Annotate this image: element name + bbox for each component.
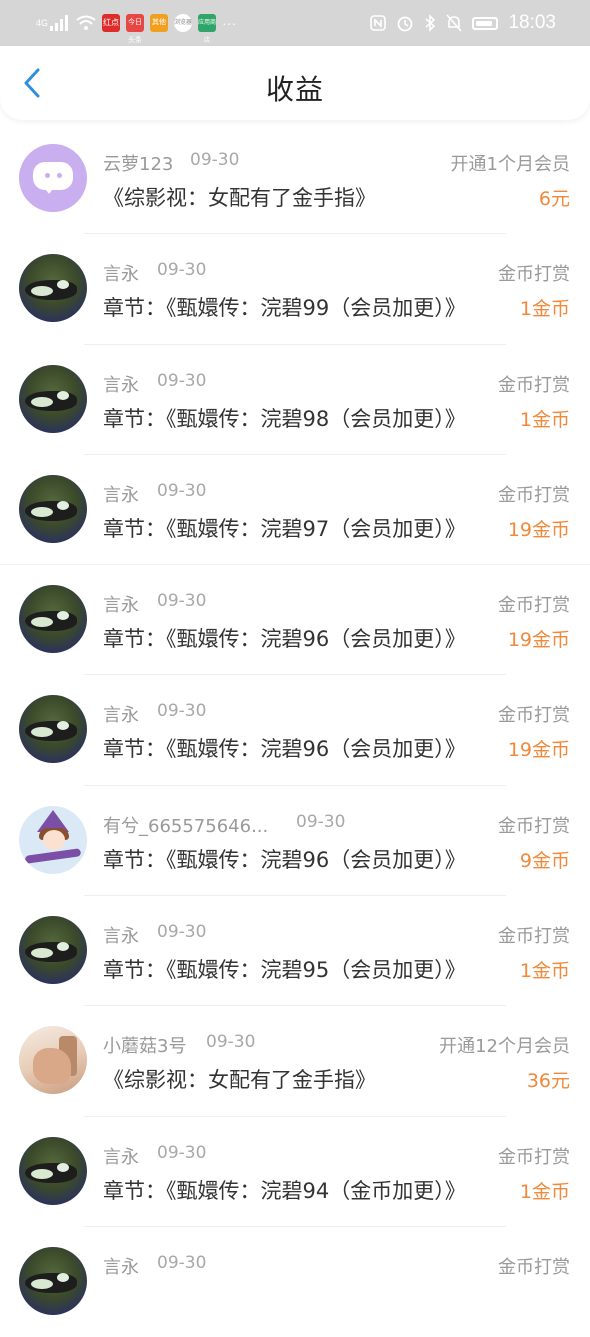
- header: 收益: [0, 46, 590, 120]
- user-name: 小蘑菇3号: [103, 1036, 187, 1058]
- earning-type: 金币打赏: [498, 264, 570, 286]
- user-name: 言永: [103, 374, 139, 396]
- earning-amount: 1金币: [519, 408, 570, 431]
- earning-content: 章节：《甄嬛传：浣碧97（会员加更）》: [103, 516, 466, 541]
- earning-type: 金币打赏: [498, 374, 570, 396]
- list-item[interactable]: 言永 09-30 金币打赏 章节：《甄嬛传：浣碧96（会员加更）》 19金币: [0, 675, 590, 787]
- earning-amount: 9金币: [519, 849, 570, 872]
- earning-type: 金币打赏: [498, 484, 570, 506]
- list-item[interactable]: 言永 09-30 金币打赏 章节：《甄嬛传：浣碧94（金币加更）》 1金币: [0, 1117, 590, 1228]
- list-item[interactable]: 言永 09-30 金币打赏 章节：《甄嬛传：浣碧98（会员加更）》 1金币: [0, 345, 590, 456]
- signal-icon: [50, 15, 69, 31]
- earning-amount: 36元: [526, 1070, 570, 1093]
- item-date: 09-30: [190, 150, 240, 170]
- earning-content: 《综影视：女配有了金手指》: [103, 186, 376, 210]
- user-name: 言永: [103, 1256, 139, 1278]
- app-icon-browser: 浏览器: [174, 14, 192, 32]
- app-icon-hongdian: 红点: [102, 14, 121, 32]
- earning-amount: 1金币: [519, 298, 570, 321]
- earning-amount: 1金币: [519, 960, 570, 983]
- earnings-list: 云萝123 09-30 开通1个月会员 《综影视：女配有了金手指》 6元 言永 …: [0, 124, 590, 1337]
- item-date: 09-30: [157, 1252, 207, 1273]
- item-date: 09-30: [157, 922, 207, 943]
- wifi-icon: [76, 15, 96, 30]
- avatar[interactable]: [19, 916, 87, 985]
- earning-amount: 19金币: [507, 518, 570, 541]
- earning-amount: 19金币: [507, 629, 570, 652]
- list-item[interactable]: 云萝123 09-30 开通1个月会员 《综影视：女配有了金手指》 6元: [0, 124, 590, 235]
- earning-type: 金币打赏: [498, 1256, 570, 1278]
- item-date: 09-30: [296, 811, 346, 832]
- avatar[interactable]: [19, 254, 87, 323]
- list-item[interactable]: 言永 09-30 金币打赏: [0, 1227, 590, 1337]
- avatar[interactable]: [19, 144, 87, 212]
- status-time: 18:03: [508, 12, 556, 33]
- item-date: 09-30: [157, 1142, 207, 1163]
- avatar[interactable]: [19, 364, 87, 433]
- earning-type: 金币打赏: [498, 926, 570, 948]
- item-date: 09-30: [157, 260, 207, 281]
- user-name: 云萝123: [103, 154, 174, 175]
- more-notifications-icon: ···: [222, 15, 237, 31]
- app-icon-toutiao: 今日头条: [126, 14, 145, 44]
- status-right: 18:03: [370, 11, 556, 35]
- earning-amount: 19金币: [507, 739, 570, 762]
- earning-type: 金币打赏: [498, 705, 570, 727]
- earning-content: 章节：《甄嬛传：浣碧96（会员加更）》: [103, 627, 466, 652]
- avatar[interactable]: [19, 695, 87, 764]
- earning-content: 章节：《甄嬛传：浣碧94（金币加更）》: [103, 1178, 466, 1203]
- earning-content: 章节：《甄嬛传：浣碧95（会员加更）》: [103, 958, 466, 983]
- avatar[interactable]: [19, 474, 87, 543]
- user-name: 言永: [103, 595, 139, 617]
- bluetooth-icon: [425, 14, 436, 32]
- list-item[interactable]: 言永 09-30 金币打赏 章节：《甄嬛传：浣碧95（会员加更）》 1金币: [0, 896, 590, 1007]
- app-icon-store: 应用商店: [198, 14, 216, 44]
- mute-bell-icon: [446, 14, 463, 32]
- user-name: 言永: [103, 1146, 139, 1168]
- user-name: 言永: [103, 484, 139, 506]
- earning-type: 金币打赏: [498, 595, 570, 617]
- avatar[interactable]: [19, 805, 87, 874]
- list-item[interactable]: 言永 09-30 金币打赏 章节：《甄嬛传：浣碧96（会员加更）》 19金币: [0, 565, 590, 676]
- item-date: 09-30: [157, 370, 207, 391]
- avatar[interactable]: [19, 1246, 87, 1315]
- page-title: 收益: [265, 73, 324, 106]
- item-date: 09-30: [206, 1032, 256, 1053]
- item-date: 09-30: [157, 701, 207, 722]
- user-name: 言永: [103, 705, 139, 727]
- earning-amount: 6元: [538, 188, 570, 210]
- earning-type: 金币打赏: [498, 1146, 570, 1168]
- user-name: 言永: [103, 926, 139, 948]
- avatar[interactable]: [19, 1136, 87, 1205]
- earning-content: 《综影视：女配有了金手指》: [103, 1068, 376, 1093]
- earning-content: 章节：《甄嬛传：浣碧96（会员加更）》: [103, 737, 466, 762]
- app-icon-other: 其他: [150, 14, 169, 32]
- earning-amount: 1金币: [519, 1180, 570, 1203]
- nfc-icon: [370, 15, 387, 31]
- item-date: 09-30: [157, 591, 207, 612]
- item-date: 09-30: [157, 480, 207, 501]
- status-left: 4G 红点 今日头条 其他 浏览器 应用商店 ···: [36, 12, 237, 44]
- earning-type: 金币打赏: [498, 815, 570, 837]
- battery-icon: [472, 16, 499, 30]
- user-name: 有兮_665575646...: [103, 815, 269, 837]
- alarm-icon: [398, 16, 413, 32]
- user-name: 言永: [103, 264, 139, 286]
- status-bar: 4G 红点 今日头条 其他 浏览器 应用商店 ··· 18:03: [0, 0, 590, 46]
- avatar[interactable]: [19, 1026, 87, 1095]
- network-label: 4G: [36, 18, 49, 28]
- earning-type: 开通12个月会员: [439, 1036, 570, 1058]
- earning-content: 章节：《甄嬛传：浣碧98（会员加更）》: [103, 406, 466, 431]
- avatar[interactable]: [19, 585, 87, 654]
- earning-content: 章节：《甄嬛传：浣碧99（会员加更）》: [103, 296, 466, 321]
- list-item[interactable]: 言永 09-30 金币打赏 章节：《甄嬛传：浣碧97（会员加更）》 19金币: [0, 455, 590, 566]
- list-item[interactable]: 言永 09-30 金币打赏 章节：《甄嬛传：浣碧99（会员加更）》 1金币: [0, 234, 590, 345]
- earning-content: 章节：《甄嬛传：浣碧96（会员加更）》: [103, 847, 466, 872]
- list-item[interactable]: 有兮_665575646... 09-30 金币打赏 章节：《甄嬛传：浣碧96（…: [0, 786, 590, 897]
- list-item[interactable]: 小蘑菇3号 09-30 开通12个月会员 《综影视：女配有了金手指》 36元: [0, 1006, 590, 1117]
- earning-type: 开通1个月会员: [450, 154, 570, 175]
